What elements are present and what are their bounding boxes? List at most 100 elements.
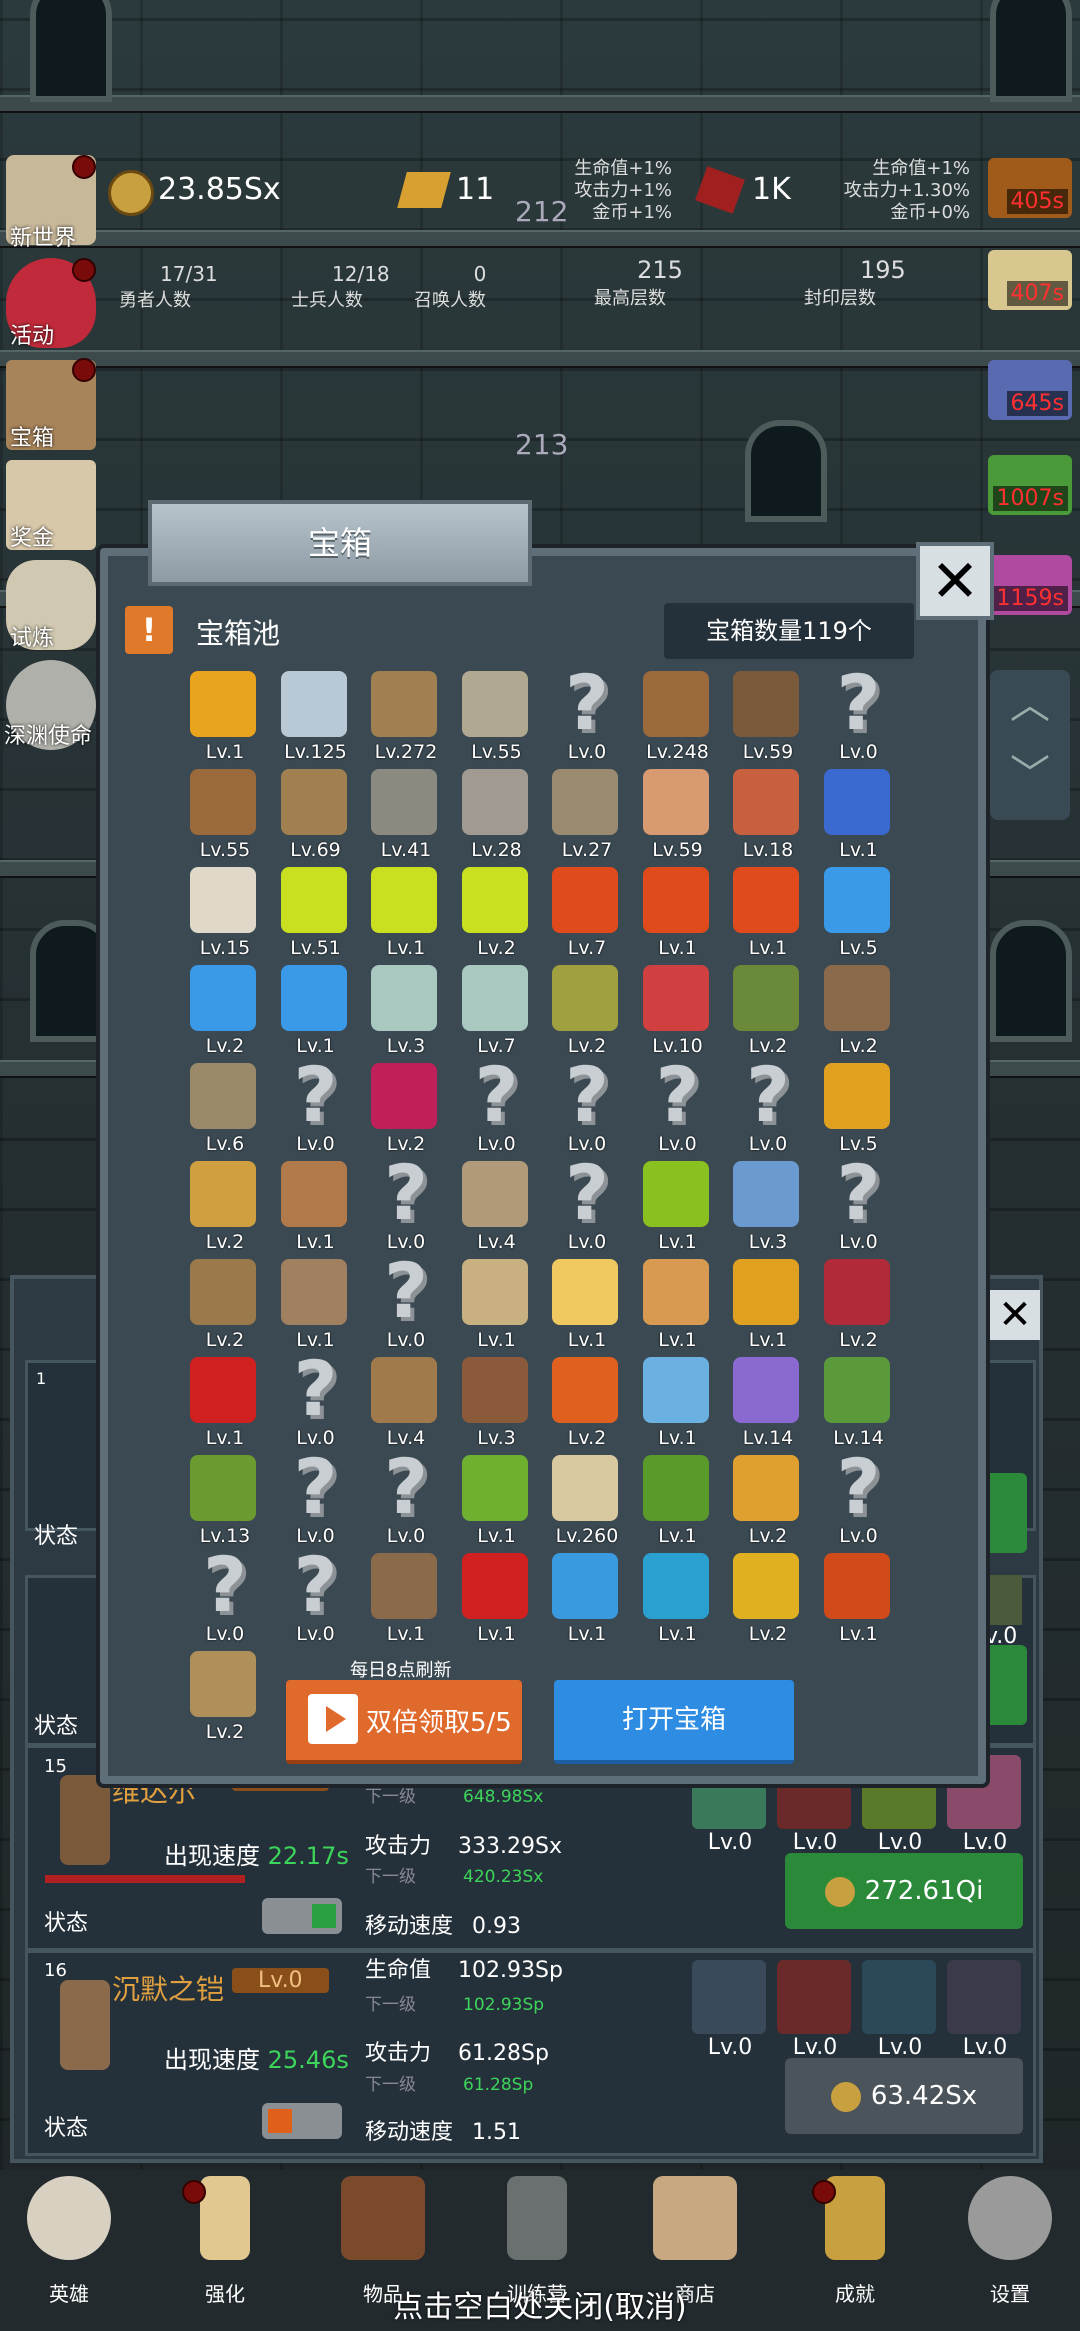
chest-item[interactable]: Lv.2 [814,1253,904,1353]
chest-item[interactable]: Lv.1 [271,1253,361,1353]
chest-item[interactable]: Lv.1 [452,1547,542,1647]
chest-item[interactable]: ? Lv.0 [542,1057,632,1157]
chest-item[interactable]: Lv.2 [180,1253,270,1353]
chest-item[interactable]: Lv.5 [814,861,904,961]
chest-item[interactable]: Lv.3 [452,1351,542,1451]
close-icon[interactable]: ✕ [916,542,994,620]
chest-item[interactable]: ? Lv.0 [271,1547,361,1647]
chest-item[interactable]: ? Lv.0 [361,1449,451,1549]
chest-item[interactable]: Lv.1 [633,861,723,961]
event-timer[interactable]: 405s [988,158,1072,218]
upgrade-cost-button[interactable]: 272.61Qi [785,1853,1023,1929]
chest-item[interactable]: Lv.2 [542,959,632,1059]
chest-item[interactable]: Lv.3 [361,959,451,1059]
chest-item[interactable]: Lv.18 [723,763,813,863]
chest-item[interactable]: Lv.55 [452,665,542,765]
chest-item[interactable]: Lv.2 [452,861,542,961]
event-timer[interactable]: 1159s [988,555,1072,615]
chest-item[interactable]: Lv.1 [633,1547,723,1647]
open-chest-button[interactable]: 打开宝箱 [554,1680,794,1764]
chest-item[interactable]: Lv.55 [180,763,270,863]
chest-item[interactable]: Lv.248 [633,665,723,765]
chest-item[interactable]: ? Lv.0 [271,1449,361,1549]
chest-item[interactable]: Lv.69 [271,763,361,863]
skill-icon[interactable] [947,1960,1021,2034]
chest-item[interactable]: Lv.13 [180,1449,270,1549]
chest-item[interactable]: ? Lv.0 [542,665,632,765]
chest-item[interactable]: Lv.1 [271,1155,361,1255]
chest-item[interactable]: Lv.1 [633,1449,723,1549]
chest-item[interactable]: Lv.1 [361,1547,451,1647]
chest-item[interactable]: ? Lv.0 [814,665,904,765]
chest-item[interactable]: Lv.2 [180,959,270,1059]
chest-item[interactable]: Lv.14 [814,1351,904,1451]
chest-item[interactable]: Lv.1 [633,1253,723,1353]
chest-item[interactable]: Lv.41 [361,763,451,863]
chest-item[interactable]: ? Lv.0 [723,1057,813,1157]
status-toggle[interactable] [262,2103,342,2139]
chest-item[interactable]: Lv.15 [180,861,270,961]
chest-item[interactable]: Lv.1 [180,665,270,765]
chest-item[interactable]: ? Lv.0 [271,1057,361,1157]
chest-item[interactable]: ? Lv.0 [361,1155,451,1255]
chest-item[interactable]: Lv.4 [452,1155,542,1255]
chest-item[interactable]: Lv.2 [180,1645,270,1745]
chest-item[interactable]: ? Lv.0 [452,1057,542,1157]
chest-item[interactable]: Lv.2 [723,959,813,1059]
chest-item[interactable]: Lv.1 [814,763,904,863]
chest-item[interactable]: Lv.28 [452,763,542,863]
chest-item[interactable]: Lv.1 [452,1449,542,1549]
skill-icon[interactable] [692,1960,766,2034]
chest-item[interactable]: Lv.1 [452,1253,542,1353]
status-toggle[interactable] [262,1898,342,1934]
chest-item[interactable]: ? Lv.0 [361,1253,451,1353]
chest-item[interactable]: Lv.2 [542,1351,632,1451]
chest-item[interactable]: Lv.1 [814,1547,904,1647]
chest-item[interactable]: Lv.3 [723,1155,813,1255]
chest-item[interactable]: Lv.27 [542,763,632,863]
chest-item[interactable]: Lv.2 [361,1057,451,1157]
chest-item[interactable]: Lv.1 [542,1253,632,1353]
chest-item[interactable]: Lv.2 [723,1449,813,1549]
upgrade-cost-button[interactable]: 63.42Sx [785,2058,1023,2134]
chest-item[interactable]: Lv.14 [723,1351,813,1451]
chest-item[interactable]: Lv.1 [723,1253,813,1353]
chest-item[interactable]: Lv.7 [452,959,542,1059]
chest-item[interactable]: Lv.1 [361,861,451,961]
chest-item[interactable]: Lv.1 [633,1155,723,1255]
chest-item[interactable]: Lv.1 [723,861,813,961]
event-timer[interactable]: 645s [988,360,1072,420]
floor-scroll-arrows[interactable]: ︿ ﹀ [990,670,1070,820]
chest-item[interactable]: Lv.1 [633,1351,723,1451]
chest-item[interactable]: Lv.5 [814,1057,904,1157]
chest-item[interactable]: Lv.2 [723,1547,813,1647]
chest-item[interactable]: Lv.1 [542,1547,632,1647]
chest-item[interactable]: Lv.125 [271,665,361,765]
chest-item[interactable]: ? Lv.0 [814,1449,904,1549]
chest-item[interactable]: Lv.1 [271,959,361,1059]
chest-item[interactable]: Lv.7 [542,861,632,961]
double-claim-button[interactable]: 双倍领取5/5 [286,1680,522,1764]
event-timer[interactable]: 1007s [988,455,1072,515]
chest-item[interactable]: Lv.6 [180,1057,270,1157]
chest-item[interactable]: Lv.2 [814,959,904,1059]
skill-icon[interactable] [862,1960,936,2034]
close-icon[interactable]: ✕ [990,1290,1040,1340]
chest-item[interactable]: Lv.2 [180,1155,270,1255]
chest-item[interactable]: ? Lv.0 [633,1057,723,1157]
chest-item[interactable]: Lv.10 [633,959,723,1059]
skill-icon[interactable] [777,1960,851,2034]
chest-item[interactable]: ? Lv.0 [814,1155,904,1255]
event-timer[interactable]: 407s [988,250,1072,310]
dismiss-hint[interactable]: 点击空白处关闭(取消) [0,2282,1080,2326]
chest-item[interactable]: Lv.4 [361,1351,451,1451]
chest-item[interactable]: Lv.51 [271,861,361,961]
chest-item[interactable]: Lv.59 [633,763,723,863]
chest-item[interactable]: Lv.59 [723,665,813,765]
chest-item[interactable]: Lv.1 [180,1351,270,1451]
chest-item[interactable]: ? Lv.0 [542,1155,632,1255]
chest-item[interactable]: ? Lv.0 [271,1351,361,1451]
chest-item[interactable]: Lv.272 [361,665,451,765]
chest-item[interactable]: ? Lv.0 [180,1547,270,1647]
chest-item[interactable]: Lv.260 [542,1449,632,1549]
